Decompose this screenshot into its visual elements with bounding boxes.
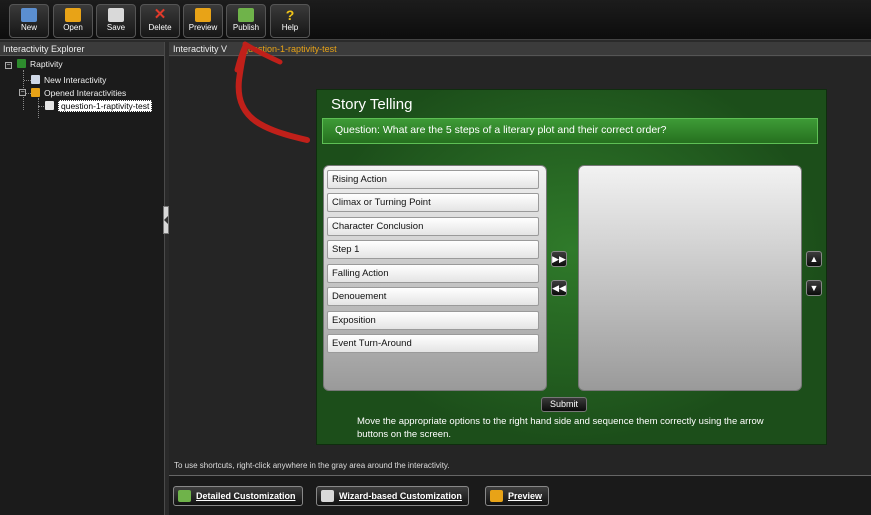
open-button[interactable]: Open [53, 4, 93, 38]
tree-connector [38, 98, 39, 118]
save-button[interactable]: Save [96, 4, 136, 38]
list-item[interactable]: Falling Action [327, 264, 539, 283]
new-button[interactable]: New [9, 4, 49, 38]
move-up-button[interactable]: ▲ [806, 251, 822, 267]
up-arrow-icon: ▲ [809, 254, 819, 264]
publish-button[interactable]: Publish [226, 4, 266, 38]
list-item[interactable]: Rising Action [327, 170, 539, 189]
instructions-text: Move the appropriate options to the righ… [357, 416, 764, 440]
explorer-title: Interactivity Explorer [0, 42, 164, 56]
preview-magnifier-icon [490, 490, 503, 502]
delete-button[interactable]: ✕ Delete [140, 4, 180, 38]
move-left-button[interactable]: ◀◀ [551, 280, 567, 296]
wizard-wand-icon [321, 490, 334, 502]
tree-item-root[interactable]: Raptivity [17, 58, 63, 70]
interactivity-title: Story Telling [331, 96, 413, 113]
list-item[interactable]: Step 1 [327, 240, 539, 259]
collapse-opened-toggle[interactable]: − [19, 89, 26, 96]
tree-item-opened-file[interactable]: question-1-raptivity-test [45, 100, 153, 112]
list-item[interactable]: Climax or Turning Point [327, 193, 539, 212]
tree-item-new-interactivity[interactable]: New Interactivity [31, 74, 106, 86]
new-document-icon [21, 8, 37, 22]
down-arrow-icon: ▼ [809, 283, 819, 293]
tree-connector [38, 106, 44, 107]
preview-bottom-button[interactable]: Preview [485, 486, 550, 506]
double-right-arrow-icon: ▶▶ [552, 254, 566, 264]
submit-button[interactable]: Submit [541, 397, 587, 412]
red-arrow-annotation [234, 41, 310, 143]
interactivity-explorer: Interactivity Explorer − − Raptivity New… [0, 42, 165, 515]
move-right-button[interactable]: ▶▶ [551, 251, 567, 267]
double-left-arrow-icon: ◀◀ [552, 283, 566, 293]
answer-list[interactable] [578, 165, 802, 391]
collapse-root-toggle[interactable]: − [5, 62, 12, 69]
detailed-customization-button[interactable]: Detailed Customization [173, 486, 303, 506]
preview-magnifier-icon [195, 8, 211, 22]
list-item[interactable]: Character Conclusion [327, 217, 539, 236]
help-button[interactable]: ? Help [270, 4, 310, 38]
delete-x-icon: ✕ [153, 6, 167, 23]
list-item[interactable]: Event Turn-Around [327, 334, 539, 353]
preview-button[interactable]: Preview [183, 4, 223, 38]
tree-connector [24, 80, 31, 81]
list-item[interactable]: Denouement [327, 287, 539, 306]
document-icon [45, 101, 54, 110]
customize-tools-icon [178, 490, 191, 502]
shortcut-hint: To use shortcuts, right-click anywhere i… [174, 461, 450, 470]
list-item[interactable]: Exposition [327, 311, 539, 330]
options-list: Rising Action Climax or Turning Point Ch… [323, 165, 547, 391]
opened-folder-icon [31, 88, 40, 97]
publish-folder-icon [238, 8, 254, 22]
raptivity-logo-icon [17, 59, 26, 68]
question-text: Question: What are the 5 steps of a lite… [335, 124, 667, 136]
question-bar: Question: What are the 5 steps of a lite… [322, 118, 818, 144]
customization-bar: Detailed Customization Wizard-based Cust… [169, 475, 871, 515]
open-folder-icon [65, 8, 81, 22]
save-disk-icon [108, 8, 124, 22]
help-question-icon: ? [285, 7, 295, 23]
wizard-customization-button[interactable]: Wizard-based Customization [316, 486, 469, 506]
toolbar: New Open Save ✕ Delete Preview Publish ?… [0, 0, 871, 40]
new-interactivity-icon [31, 75, 40, 84]
interactivity-stage: Story Telling Question: What are the 5 s… [316, 89, 827, 445]
explorer-tree: − − Raptivity New Interactivity Opened I… [0, 56, 164, 511]
move-down-button[interactable]: ▼ [806, 280, 822, 296]
tree-item-opened-interactivities[interactable]: Opened Interactivities [31, 87, 126, 99]
